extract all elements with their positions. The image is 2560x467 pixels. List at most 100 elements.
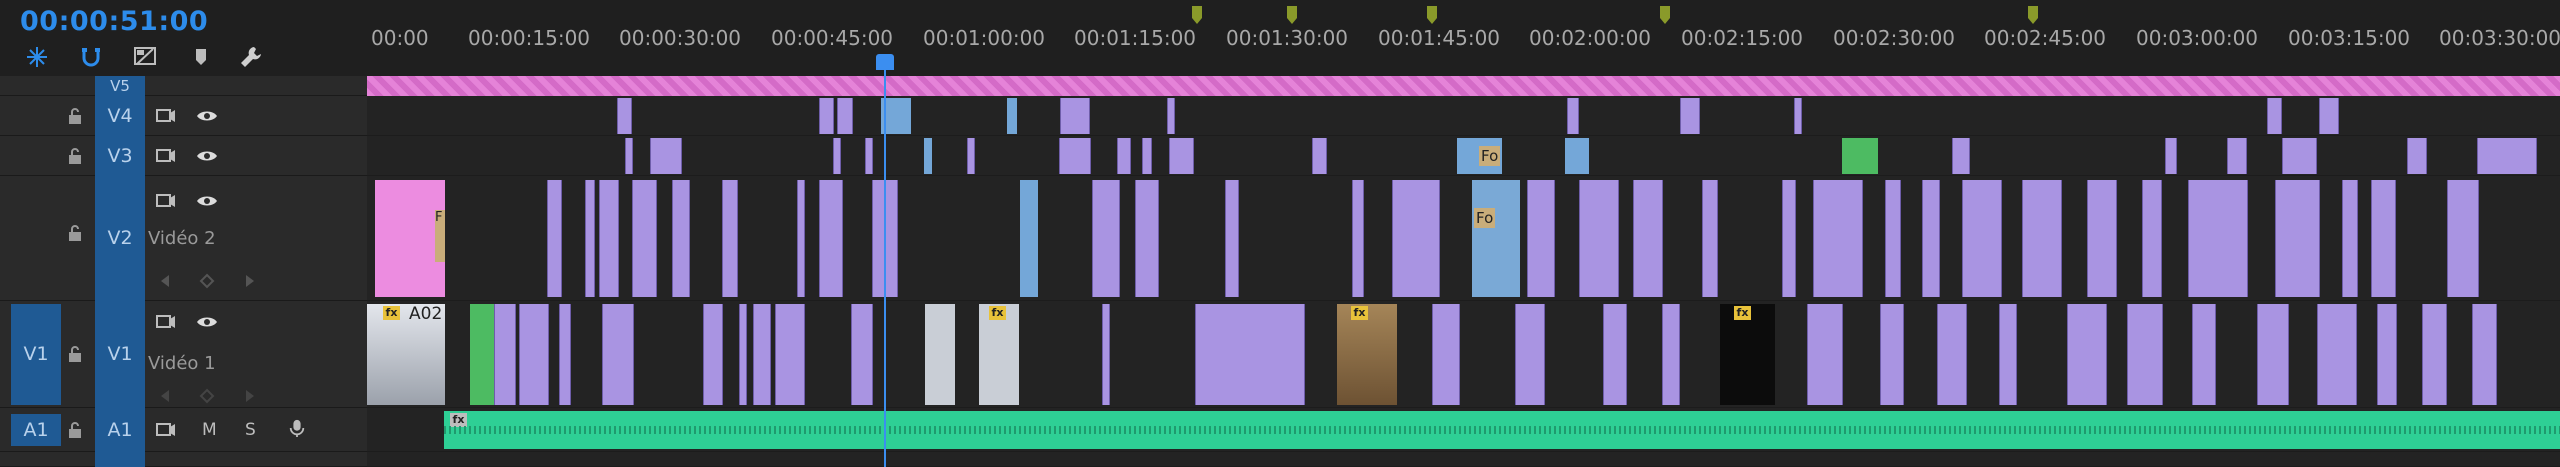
track-target-v5[interactable]: V5 — [95, 76, 145, 96]
track-name-v2[interactable]: Vidéo 2 — [148, 228, 216, 249]
video-clip[interactable] — [2165, 138, 2177, 174]
video-clip[interactable] — [2371, 180, 2396, 297]
video-clip[interactable] — [1007, 98, 1017, 134]
video-clip[interactable] — [2472, 304, 2497, 405]
video-clip[interactable] — [1680, 98, 1700, 134]
video-clip[interactable] — [2342, 180, 2358, 297]
sequence-marker-icon[interactable] — [1427, 6, 1437, 24]
track-lane-v2[interactable]: F Fo — [367, 176, 2560, 301]
eye-icon[interactable] — [196, 192, 218, 210]
video-clip[interactable] — [837, 98, 853, 134]
video-clip[interactable] — [1565, 138, 1589, 174]
video-clip[interactable] — [1813, 180, 1863, 297]
video-clip[interactable] — [494, 304, 516, 405]
video-clip[interactable] — [625, 138, 633, 174]
toggle-sync-lock-icon[interactable] — [155, 147, 177, 165]
track-target-a2[interactable] — [95, 452, 145, 467]
track-target-v4[interactable]: V4 — [95, 96, 145, 136]
nest-icon[interactable] — [132, 44, 158, 70]
video-clip[interactable] — [2127, 304, 2163, 405]
video-clip[interactable] — [585, 180, 595, 297]
video-clip[interactable] — [1702, 180, 1718, 297]
track-target-a1[interactable]: A1 — [95, 408, 145, 452]
playhead-line[interactable] — [884, 60, 886, 467]
video-clip[interactable] — [819, 180, 843, 297]
audio-clip[interactable]: fx — [444, 411, 2560, 449]
mute-button[interactable]: M — [202, 420, 217, 440]
video-clip[interactable] — [2022, 180, 2062, 297]
video-clip[interactable] — [2317, 304, 2357, 405]
video-clip[interactable] — [1142, 138, 1152, 174]
video-clip[interactable]: fx — [1720, 304, 1775, 405]
video-clip[interactable] — [1603, 304, 1627, 405]
eye-icon[interactable] — [196, 147, 218, 165]
video-clip[interactable] — [1312, 138, 1327, 174]
video-clip[interactable] — [1662, 304, 1680, 405]
track-target-v1[interactable]: V1 — [95, 301, 145, 408]
lock-icon[interactable] — [66, 421, 84, 439]
video-clip[interactable] — [2477, 138, 2537, 174]
video-clip[interactable] — [851, 304, 873, 405]
sequence-marker-icon[interactable] — [2028, 6, 2038, 24]
linked-selection-icon[interactable] — [78, 44, 104, 70]
video-clip[interactable] — [547, 180, 562, 297]
video-clip[interactable] — [967, 138, 975, 174]
sequence-marker-icon[interactable] — [1660, 6, 1670, 24]
video-clip[interactable] — [1807, 304, 1843, 405]
lock-icon[interactable] — [66, 345, 84, 363]
video-clip[interactable]: fx — [1337, 304, 1397, 405]
video-clip[interactable] — [2275, 180, 2320, 297]
video-clip[interactable] — [1937, 304, 1967, 405]
video-clip[interactable] — [1579, 180, 1619, 297]
track-lane-v5[interactable] — [367, 76, 2560, 96]
add-keyframe-icon[interactable] — [196, 272, 218, 290]
video-clip[interactable] — [1102, 304, 1110, 405]
sequence-marker-icon[interactable] — [1192, 6, 1202, 24]
source-patch-v1[interactable]: V1 — [11, 304, 61, 405]
microphone-icon[interactable] — [286, 419, 308, 437]
video-clip[interactable] — [819, 98, 834, 134]
video-clip[interactable] — [753, 304, 771, 405]
video-clip[interactable] — [722, 180, 738, 297]
video-clip[interactable] — [1922, 180, 1940, 297]
toggle-sync-lock-icon[interactable] — [155, 313, 177, 331]
snap-icon[interactable] — [24, 44, 50, 70]
video-clip[interactable]: Fo — [1472, 180, 1520, 297]
eye-icon[interactable] — [196, 107, 218, 125]
video-clip[interactable] — [797, 180, 805, 297]
video-clip[interactable] — [1515, 304, 1545, 405]
video-clip[interactable] — [650, 138, 682, 174]
sequence-marker-icon[interactable] — [1287, 6, 1297, 24]
video-clip[interactable] — [1885, 180, 1901, 297]
previous-keyframe-icon[interactable] — [155, 387, 177, 405]
video-clip[interactable] — [1782, 180, 1796, 297]
video-clip[interactable] — [2257, 304, 2289, 405]
video-clip[interactable] — [602, 304, 634, 405]
video-clip[interactable] — [672, 180, 690, 297]
source-patch-a1[interactable]: A1 — [11, 414, 61, 446]
video-clip[interactable] — [1962, 180, 2002, 297]
adjustment-clip[interactable] — [367, 76, 2560, 96]
video-clip[interactable] — [2188, 180, 2248, 297]
lock-icon[interactable] — [66, 224, 84, 242]
video-clip[interactable] — [2377, 304, 2397, 405]
video-clip[interactable] — [865, 138, 873, 174]
video-clip[interactable] — [1135, 180, 1159, 297]
video-clip[interactable]: fx A02 — [367, 304, 445, 405]
video-clip[interactable] — [2192, 304, 2216, 405]
track-name-v1[interactable]: Vidéo 1 — [148, 353, 216, 374]
video-clip[interactable] — [2407, 138, 2427, 174]
toggle-sync-lock-icon[interactable] — [155, 421, 177, 439]
video-clip[interactable] — [1092, 180, 1120, 297]
video-clip[interactable] — [1169, 138, 1194, 174]
video-clip[interactable] — [1880, 304, 1904, 405]
video-clip[interactable] — [2319, 98, 2339, 134]
track-lane-a1[interactable]: fx — [367, 408, 2560, 452]
next-keyframe-icon[interactable] — [238, 387, 260, 405]
video-clip[interactable] — [617, 98, 632, 134]
video-clip[interactable] — [1060, 98, 1090, 134]
video-clip[interactable] — [1352, 180, 1364, 297]
video-clip[interactable] — [2282, 138, 2317, 174]
video-clip[interactable] — [1633, 180, 1663, 297]
video-clip[interactable] — [925, 304, 955, 405]
